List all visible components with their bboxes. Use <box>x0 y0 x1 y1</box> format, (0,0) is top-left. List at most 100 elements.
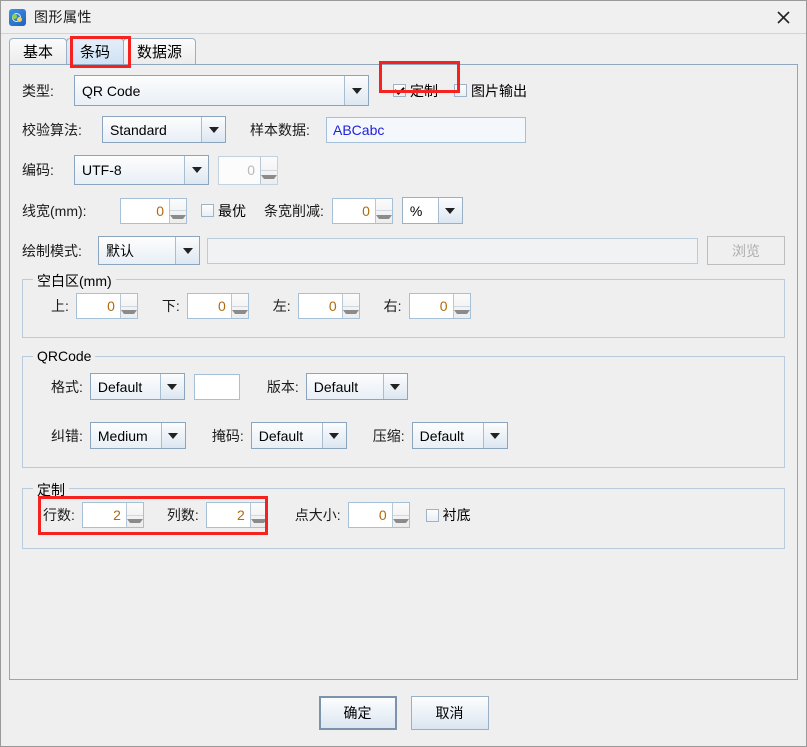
dotsize-spinner[interactable]: 0 <box>347 502 410 528</box>
qrcode-compress-value: Default <box>412 423 483 448</box>
rows-spinner-value: 2 <box>113 507 121 523</box>
dialog-button-bar: 确定 取消 <box>1 680 806 746</box>
spinner-up-icon[interactable] <box>250 503 267 516</box>
encoding-spinner-value: 0 <box>247 162 255 178</box>
spinner-up-icon[interactable] <box>170 199 186 211</box>
title-bar: 图形属性 <box>1 1 806 34</box>
quiet-zone-right-spinner-buttons[interactable] <box>452 294 470 319</box>
type-combo[interactable]: QR Code <box>74 75 369 106</box>
linewidth-label: 线宽(mm): <box>22 202 87 219</box>
chevron-down-icon[interactable] <box>159 374 184 399</box>
spinner-down-icon[interactable] <box>120 307 137 319</box>
tab-basic[interactable]: 基本 <box>9 38 68 64</box>
chevron-down-icon[interactable] <box>160 423 185 448</box>
quiet-zone-row: 上: 0 下: 0 左: 0 右: 0 <box>33 293 774 319</box>
drawmode-path-input[interactable] <box>207 237 698 264</box>
spinner-down-icon[interactable] <box>250 516 267 528</box>
encoding-combo[interactable]: UTF-8 <box>74 155 209 185</box>
barreduce-unit-value: % <box>402 198 438 223</box>
quiet-zone-top-spinner-buttons[interactable] <box>119 294 137 319</box>
linewidth-spinner-value: 0 <box>156 202 164 219</box>
quiet-zone-title: 空白区(mm) <box>33 271 116 291</box>
spinner-down-icon[interactable] <box>231 307 248 319</box>
quiet-zone-right-value: 0 <box>439 298 448 314</box>
checksum-combo-value: Standard <box>103 117 201 142</box>
rows-spinner[interactable]: 2 <box>81 502 144 528</box>
spinner-up-icon[interactable] <box>453 294 470 307</box>
quiet-zone-left-spinner-buttons[interactable] <box>341 294 359 319</box>
checksum-label: 校验算法: <box>22 121 82 138</box>
quiet-zone-bottom-spinner-buttons[interactable] <box>230 294 248 319</box>
tab-barcode[interactable]: 条码 <box>66 38 125 64</box>
rows-spinner-buttons[interactable] <box>125 503 143 528</box>
qrcode-ecc-combo[interactable]: Medium <box>89 422 186 449</box>
qrcode-format-combo[interactable]: Default <box>89 373 185 400</box>
chevron-down-icon[interactable] <box>175 237 199 264</box>
cols-label: 列数: <box>166 507 199 523</box>
spinner-down-icon[interactable] <box>392 516 409 528</box>
quiet-zone-bottom-spinner[interactable]: 0 <box>186 293 249 319</box>
cols-spinner-buttons[interactable] <box>249 503 267 528</box>
quiet-zone-group: 空白区(mm) 上: 0 下: 0 左: 0 右: 0 <box>22 271 785 338</box>
rows-label: 行数: <box>43 507 75 523</box>
quiet-zone-bottom-value: 0 <box>217 298 226 314</box>
barreduce-spinner[interactable]: 0 <box>331 197 393 224</box>
qrcode-mask-combo[interactable]: Default <box>250 422 347 449</box>
tab-datasource[interactable]: 数据源 <box>123 38 197 64</box>
spinner-down-icon[interactable] <box>453 307 470 319</box>
chevron-down-icon[interactable] <box>482 423 507 448</box>
type-label: 类型: <box>22 82 54 99</box>
image-output-checkbox[interactable]: 图片输出 <box>454 81 527 101</box>
cancel-button[interactable]: 取消 <box>410 696 489 730</box>
spinner-up-icon[interactable] <box>231 294 248 307</box>
barreduce-label: 条宽削减: <box>264 202 324 219</box>
chevron-down-icon[interactable] <box>382 374 407 399</box>
cols-spinner[interactable]: 2 <box>205 502 268 528</box>
spinner-down-icon[interactable] <box>342 307 359 319</box>
qrcode-version-combo[interactable]: Default <box>305 373 408 400</box>
encoding-combo-value: UTF-8 <box>75 156 184 184</box>
encoding-spinner-buttons <box>260 156 277 184</box>
linewidth-spinner[interactable]: 0 <box>120 197 187 224</box>
chevron-down-icon[interactable] <box>184 156 208 184</box>
spinner-down-icon <box>261 171 277 184</box>
window-title: 图形属性 <box>34 9 92 25</box>
quiet-zone-left-spinner[interactable]: 0 <box>297 293 360 319</box>
custom-row: 行数: 2 列数: 2 点大小: 0 衬底 <box>33 496 774 535</box>
spinner-down-icon[interactable] <box>170 211 186 223</box>
spinner-down-icon[interactable] <box>375 211 392 223</box>
quiet-zone-top-spinner[interactable]: 0 <box>75 293 138 319</box>
spinner-up-icon[interactable] <box>126 503 143 516</box>
linewidth-spinner-buttons[interactable] <box>169 198 186 223</box>
close-icon[interactable] <box>760 1 806 33</box>
graphic-properties-dialog: 图形属性 基本 条码 数据源 类型: QR Code 定制 图片输出 校验算法:… <box>0 0 807 747</box>
encoding-label: 编码: <box>22 162 54 178</box>
checksum-combo[interactable]: Standard <box>102 116 226 143</box>
quiet-zone-bottom-label: 下: <box>161 298 180 314</box>
qrcode-format-extra-input[interactable] <box>193 373 240 400</box>
sample-data-input[interactable]: ABCabc <box>326 116 526 143</box>
dotsize-spinner-buttons[interactable] <box>391 503 409 528</box>
barreduce-unit-combo[interactable]: % <box>401 197 463 224</box>
spinner-up-icon[interactable] <box>392 503 409 516</box>
optimal-checkbox[interactable]: 最优 <box>201 201 246 221</box>
ok-button[interactable]: 确定 <box>318 696 397 730</box>
custom-checkbox[interactable]: 定制 <box>393 81 438 101</box>
quiet-zone-right-spinner[interactable]: 0 <box>408 293 471 319</box>
chevron-down-icon[interactable] <box>344 76 368 105</box>
spinner-up-icon[interactable] <box>120 294 137 307</box>
backing-checkbox-label: 衬底 <box>442 507 471 523</box>
chevron-down-icon[interactable] <box>321 423 346 448</box>
custom-checkbox-label: 定制 <box>410 82 438 99</box>
backing-checkbox[interactable]: 衬底 <box>425 505 471 525</box>
chevron-down-icon[interactable] <box>437 198 462 223</box>
chevron-down-icon[interactable] <box>201 117 225 142</box>
barreduce-spinner-buttons[interactable] <box>374 198 392 223</box>
spinner-up-icon[interactable] <box>375 199 392 211</box>
qrcode-compress-combo[interactable]: Default <box>411 422 508 449</box>
drawmode-combo[interactable]: 默认 <box>98 236 200 265</box>
spinner-up-icon[interactable] <box>342 294 359 307</box>
qrcode-mask-value: Default <box>251 423 322 448</box>
spinner-down-icon[interactable] <box>126 516 143 528</box>
custom-title: 定制 <box>33 480 69 500</box>
